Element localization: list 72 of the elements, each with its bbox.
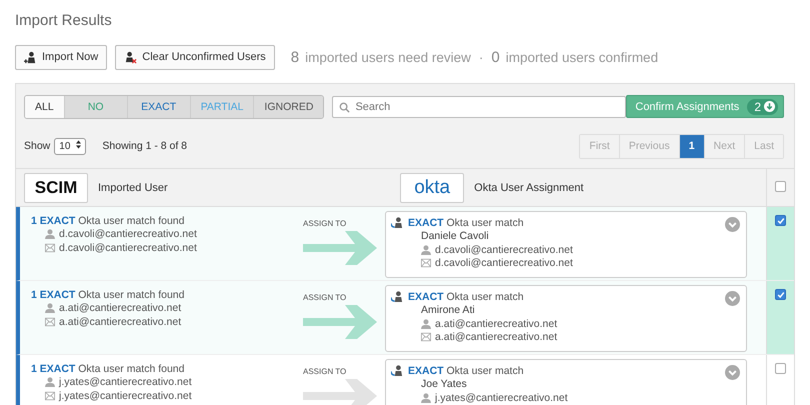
user-icon [421,392,431,403]
user-icon [45,303,55,314]
mail-icon [421,258,431,268]
column-header: Okta User Assignment [474,182,584,194]
review-text: imported users need review [305,50,471,64]
username: j.yates@cantierecreativo.net [59,376,192,388]
assign-to-label: ASSIGN TO [303,367,346,376]
okta-match-title: EXACT Okta user match [408,290,524,303]
user-link-icon [391,365,404,376]
user-link-icon [391,217,404,228]
mail-icon [45,242,55,253]
filter-tab[interactable]: PARTIAL [190,96,254,118]
action-button[interactable]: Clear Unconfirmed Users [115,44,275,70]
match-summary: 1 EXACT Okta user match found [31,214,184,227]
user-link-icon [391,291,404,302]
action-button[interactable]: Import Now [15,44,108,70]
okta-match-title: EXACT Okta user match [408,216,524,229]
download-icon [764,101,775,112]
confirm-assignments-button[interactable]: Confirm Assignments 2 [626,95,784,118]
row-checkbox[interactable] [775,289,786,300]
show-label: Show [24,140,50,152]
filter-tab[interactable]: ALL [25,96,64,118]
user-remove-icon [124,50,138,64]
mail-icon [421,332,431,342]
column-header: Imported User [98,182,168,194]
showing-range: Showing 1 - 8 of 8 [102,140,188,152]
email: j.yates@cantierecreativo.net [59,390,192,402]
scim-logo: SCIM [24,172,88,202]
chevron-down-icon[interactable] [725,217,740,232]
okta-match-title: EXACT Okta user match [408,364,524,377]
username: a.ati@cantierecreativo.net [435,318,558,330]
assign-to-label: ASSIGN TO [303,219,346,228]
okta-user-name: Joe Yates [421,378,467,390]
filter-tab[interactable]: IGNORED [253,96,324,118]
username: j.yates@cantierecreativo.net [435,392,568,404]
confirmed-text: imported users confirmed [506,50,658,64]
okta-user-name: Amirone Ati [421,304,475,316]
email: a.ati@cantierecreativo.net [435,331,558,344]
page-size-select[interactable]: 10 [54,138,86,154]
match-summary: 1 EXACT Okta user match found [31,362,184,375]
sort-arrows-icon [76,140,82,149]
chevron-down-icon[interactable] [725,365,740,380]
row-checkbox[interactable] [775,363,786,374]
separator: · [478,50,484,64]
okta-user-name: Daniele Cavoli [421,230,489,242]
user-add-icon [24,50,37,64]
okta-logo: okta [400,172,464,202]
user-icon [421,318,431,329]
username: d.cavoli@cantierecreativo.net [435,244,573,256]
user-icon [45,377,55,388]
email: d.cavoli@cantierecreativo.net [435,257,573,270]
pagination-button[interactable]: 1 [678,134,704,158]
assign-to-label: ASSIGN TO [303,293,346,302]
mail-icon [45,316,55,327]
user-icon [45,229,55,240]
filter-tab[interactable]: EXACT [126,96,190,118]
search-field[interactable]: Search [332,96,626,118]
email: d.cavoli@cantierecreativo.net [59,242,197,254]
user-icon [421,244,431,255]
match-summary: 1 EXACT Okta user match found [31,288,184,301]
username: d.cavoli@cantierecreativo.net [59,228,197,240]
filter-tab[interactable]: NO [64,96,127,118]
chevron-down-icon[interactable] [725,291,740,306]
username: a.ati@cantierecreativo.net [59,302,182,314]
select-all-checkbox[interactable] [775,181,786,192]
count-badge: 2 [747,98,778,114]
review-count: 8 [290,48,300,66]
email: a.ati@cantierecreativo.net [59,316,182,328]
confirmed-count: 0 [491,48,500,66]
row-checkbox[interactable] [775,215,786,226]
page-title: Import Results [15,12,113,31]
mail-icon [45,390,55,401]
